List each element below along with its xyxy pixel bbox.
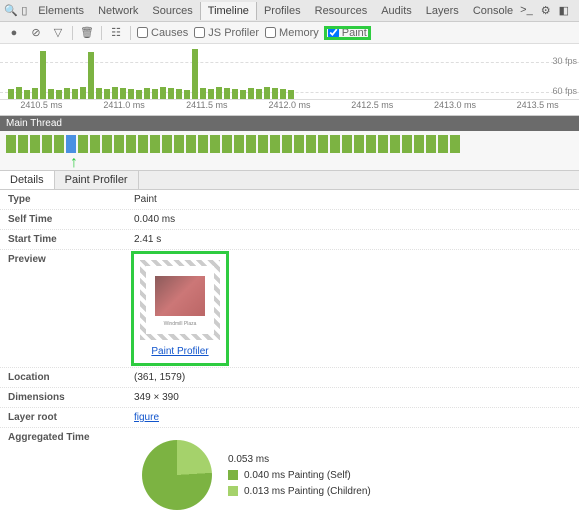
time-axis: 2410.5 ms2411.0 ms2411.5 ms2412.0 ms2412… (0, 99, 579, 115)
agg-self: 0.040 ms Painting (Self) (244, 470, 351, 481)
causes-checkbox[interactable]: Causes (137, 27, 188, 39)
tab-details[interactable]: Details (0, 171, 55, 189)
jsprofiler-label: JS Profiler (208, 27, 259, 39)
paint-checkbox[interactable]: Paint (325, 27, 370, 39)
fps30-label: 30 fps (552, 56, 577, 66)
clear-icon[interactable]: ⊘ (28, 26, 44, 39)
timeline-toolbar: ● ⊘ ▽ 🗑 ☷ Causes JS Profiler Memory Pain… (0, 22, 579, 44)
swatch-self (228, 470, 238, 480)
location-value: (361, 1579) (130, 368, 579, 387)
starttime-key: Start Time (0, 230, 130, 249)
main-thread-track[interactable]: ↑ (0, 131, 579, 171)
location-key: Location (0, 368, 130, 387)
jsprofiler-checkbox[interactable]: JS Profiler (194, 27, 259, 39)
gc-icon[interactable]: 🗑 (79, 26, 95, 39)
paint-profiler-link[interactable]: Paint Profiler (151, 346, 208, 357)
main-thread-header: Main Thread (0, 116, 579, 131)
aggtime-key: Aggregated Time (0, 428, 130, 522)
preview-box: Windmill Plaza Paint Profiler (134, 254, 226, 363)
paint-label: Paint (342, 27, 367, 39)
tab-layers[interactable]: Layers (419, 2, 466, 20)
filter-icon[interactable]: ▽ (50, 26, 66, 39)
search-icon[interactable]: 🔍 (4, 4, 18, 17)
tab-sources[interactable]: Sources (145, 2, 199, 20)
pie-chart (142, 440, 212, 510)
details-panel: TypePaint Self Time0.040 ms Start Time2.… (0, 190, 579, 522)
causes-label: Causes (151, 27, 188, 39)
fps-bars (8, 49, 551, 99)
tab-network[interactable]: Network (91, 2, 145, 20)
tab-profiles[interactable]: Profiles (257, 2, 308, 20)
detail-tabs: Details Paint Profiler (0, 171, 579, 190)
tab-elements[interactable]: Elements (31, 2, 91, 20)
thumbnail-caption: Windmill Plaza (164, 321, 197, 327)
thumbnail-image (153, 274, 207, 318)
swatch-children (228, 486, 238, 496)
agg-children: 0.013 ms Painting (Children) (244, 486, 371, 497)
pie-legend: 0.053 ms 0.040 ms Painting (Self) 0.013 … (228, 454, 371, 497)
arrow-up-icon: ↑ (70, 154, 78, 172)
agg-total: 0.053 ms (228, 454, 269, 465)
tab-paint-profiler[interactable]: Paint Profiler (55, 171, 139, 189)
tab-audits[interactable]: Audits (374, 2, 419, 20)
view-icon[interactable]: ☷ (108, 26, 124, 39)
selftime-key: Self Time (0, 210, 130, 229)
fps-chart[interactable]: 30 fps 60 fps 2410.5 ms2411.0 ms2411.5 m… (0, 44, 579, 116)
preview-thumbnail: Windmill Plaza (140, 260, 220, 340)
tab-console[interactable]: Console (466, 2, 520, 20)
type-value: Paint (130, 190, 579, 209)
memory-label: Memory (279, 27, 319, 39)
type-key: Type (0, 190, 130, 209)
fps60-label: 60 fps (552, 86, 577, 96)
memory-checkbox[interactable]: Memory (265, 27, 319, 39)
tab-resources[interactable]: Resources (308, 2, 375, 20)
dimensions-key: Dimensions (0, 388, 130, 407)
drawer-icon[interactable]: >_ (520, 4, 533, 17)
device-icon[interactable]: ▯ (18, 4, 32, 17)
starttime-value: 2.41 s (130, 230, 579, 249)
selftime-value: 0.040 ms (130, 210, 579, 229)
layerroot-key: Layer root (0, 408, 130, 427)
record-icon[interactable]: ● (6, 27, 22, 39)
dimensions-value: 349 × 390 (130, 388, 579, 407)
layerroot-link[interactable]: figure (134, 412, 159, 423)
dock-icon[interactable]: ◧ (559, 4, 569, 17)
gear-icon[interactable]: ⚙ (541, 4, 551, 17)
preview-key: Preview (0, 250, 130, 367)
devtools-tabs: 🔍 ▯ Elements Network Sources Timeline Pr… (0, 0, 579, 22)
tab-timeline[interactable]: Timeline (200, 2, 257, 20)
